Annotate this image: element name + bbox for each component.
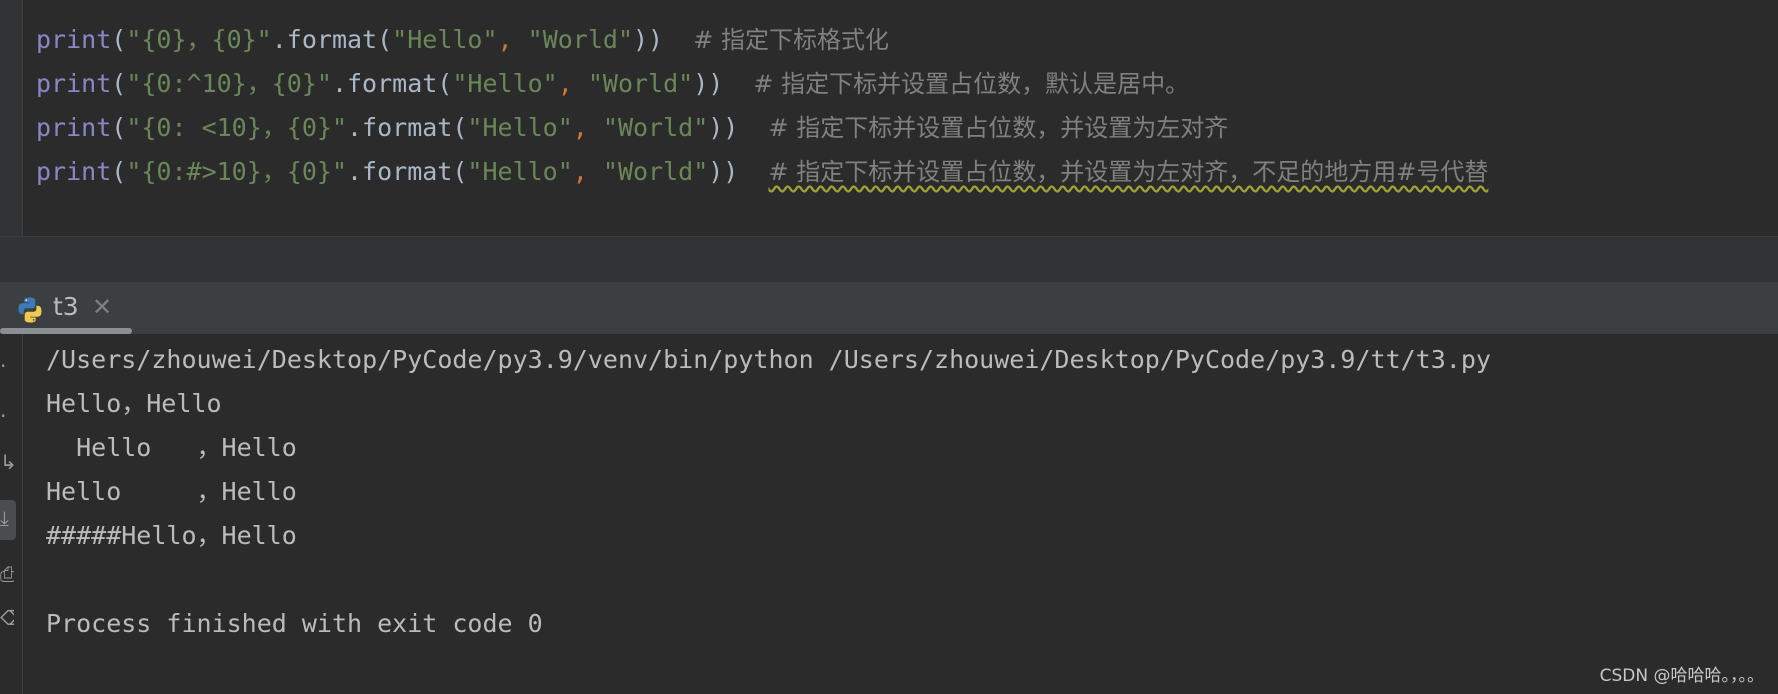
code-line-2[interactable]: print("{0:^10}，{0}".format("Hello", "Wor… [36, 64, 1189, 104]
format-call: .format( [347, 113, 468, 142]
string-literal: "World" [602, 113, 709, 142]
string-literal: "World" [527, 25, 633, 54]
string-literal: "Hello" [452, 69, 558, 98]
string-literal: "World" [602, 157, 709, 186]
format-call: .format( [331, 69, 453, 98]
console-line: #####Hello，Hello [46, 521, 297, 550]
stop-icon[interactable]: · [0, 404, 14, 428]
csdn-watermark: CSDN @哈哈哈。，。。 [1599, 666, 1764, 686]
string-literal: "{0:^10}，{0}" [126, 69, 332, 98]
console-line: Hello ，Hello [46, 433, 297, 462]
close-icon[interactable]: ✕ [92, 293, 112, 321]
clear-icon[interactable]: ⌫ [0, 606, 14, 630]
string-literal: "Hello" [467, 113, 573, 142]
format-call: .format( [347, 157, 468, 186]
code-line-1[interactable]: print("{0}，{0}".format("Hello", "World")… [36, 20, 889, 60]
spacing [738, 157, 768, 186]
soft-wrap-icon[interactable]: ↳ [0, 450, 14, 474]
editor-gutter [0, 0, 23, 236]
paren: ( [111, 113, 127, 142]
code-line-4[interactable]: print("{0:#>10}，{0}".format("Hello", "Wo… [36, 152, 1488, 192]
paren: ( [111, 157, 127, 186]
paren: )) [708, 157, 739, 186]
console-line: Process finished with exit code 0 [46, 609, 543, 638]
format-call: .format( [271, 25, 393, 54]
comma: , [497, 25, 528, 54]
keyword-print: print [36, 25, 112, 54]
code-line-3[interactable]: print("{0: <10}，{0}".format("Hello", "Wo… [36, 108, 1228, 148]
code-comment: # 指定下标并设置占位数，并设置为左对齐 [768, 114, 1229, 142]
spacing [663, 25, 693, 54]
console-line: /Users/zhouwei/Desktop/PyCode/py3.9/venv… [46, 345, 1491, 374]
paren: )) [693, 69, 724, 98]
console-line: Hello，Hello [46, 389, 222, 418]
string-literal: "{0}，{0}" [126, 25, 272, 54]
code-comment: # 指定下标格式化 [693, 26, 889, 54]
tab-label: t3 [53, 292, 79, 321]
rerun-icon[interactable]: · [0, 354, 14, 378]
paren: )) [633, 25, 664, 54]
spacing [738, 113, 768, 142]
code-comment: # 指定下标并设置占位数，并设置为左对齐，不足的地方用#号代替 [768, 158, 1489, 186]
run-tab-t3[interactable]: t3 ✕ [0, 282, 132, 334]
console-toolbar: · · ↳ ⤓ ⎙ ⌫ [0, 334, 23, 694]
comma: , [572, 113, 603, 142]
keyword-print: print [36, 69, 112, 98]
comma: , [572, 157, 603, 186]
console-line: Hello ，Hello [46, 477, 297, 506]
string-literal: "World" [587, 69, 694, 98]
scroll-to-end-icon[interactable]: ⤓ [0, 506, 14, 530]
string-literal: "{0: <10}，{0}" [126, 113, 347, 142]
panel-divider[interactable] [0, 236, 1778, 283]
python-icon [18, 297, 42, 323]
string-literal: "Hello" [467, 157, 573, 186]
keyword-print: print [36, 157, 112, 186]
keyword-print: print [36, 113, 112, 142]
paren: )) [708, 113, 739, 142]
run-tool-window-header: t3 ✕ [0, 282, 1778, 334]
code-editor[interactable]: print("{0}，{0}".format("Hello", "World")… [0, 0, 1778, 236]
comma: , [557, 69, 588, 98]
paren: ( [111, 25, 127, 54]
string-literal: "Hello" [392, 25, 498, 54]
code-comment: # 指定下标并设置占位数，默认是居中。 [753, 70, 1190, 98]
spacing [723, 69, 753, 98]
string-literal: "{0:#>10}，{0}" [126, 157, 347, 186]
paren: ( [111, 69, 127, 98]
run-console[interactable]: · · ↳ ⤓ ⎙ ⌫ /Users/zhouwei/Desktop/PyCod… [0, 334, 1778, 694]
print-icon[interactable]: ⎙ [0, 562, 14, 586]
